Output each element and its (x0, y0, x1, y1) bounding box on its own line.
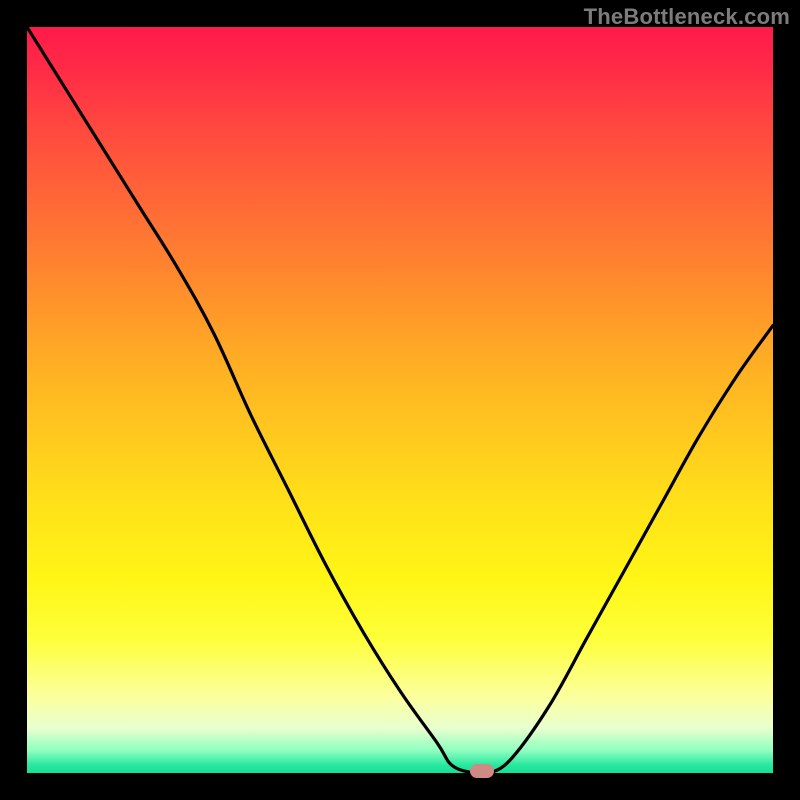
bottleneck-curve (27, 27, 773, 773)
plot-area (27, 27, 773, 773)
chart-frame: TheBottleneck.com (0, 0, 800, 800)
minimum-marker (470, 764, 494, 778)
